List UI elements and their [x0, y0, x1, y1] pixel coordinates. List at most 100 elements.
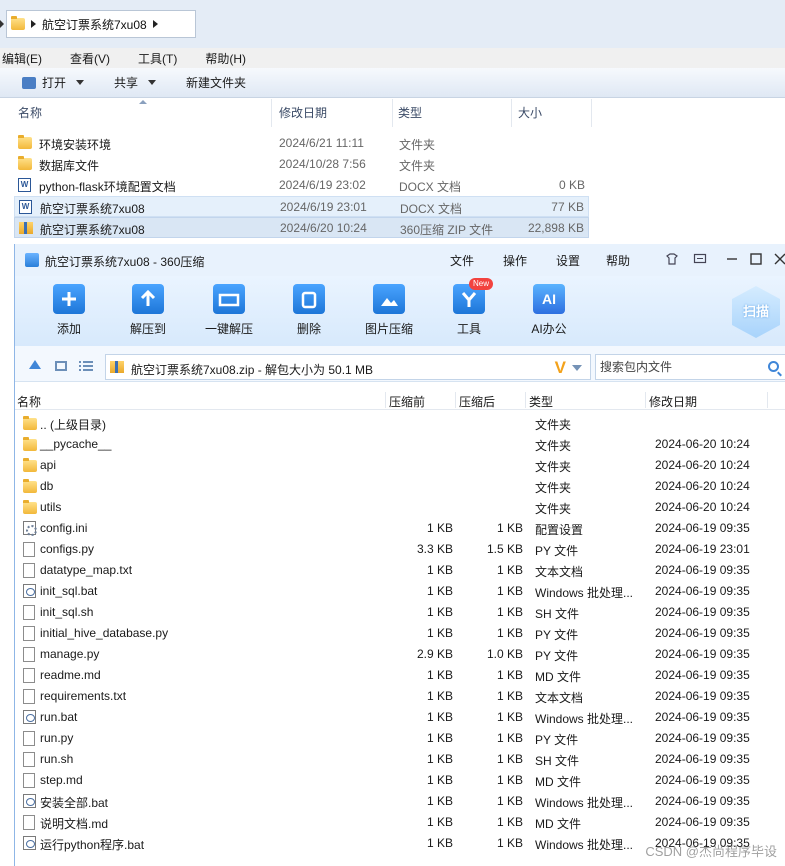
- scan-button[interactable]: 扫描: [732, 286, 780, 338]
- search-input[interactable]: [596, 355, 756, 379]
- tools-button[interactable]: New 工具: [434, 278, 504, 337]
- extract-to-button[interactable]: 解压到: [113, 284, 183, 337]
- menu-view[interactable]: 查看(V): [68, 50, 118, 67]
- vip-badge-icon[interactable]: V: [555, 358, 566, 378]
- file-row-selected[interactable]: 航空订票系统7xu08 2024/6/20 10:24 360压缩 ZIP 文件…: [14, 217, 589, 238]
- size-before: 1 KB: [426, 668, 453, 682]
- open-button[interactable]: 打开: [22, 74, 85, 91]
- file-row[interactable]: 数据库文件 2024/10/28 7:56 文件夹: [14, 154, 589, 175]
- word-doc-icon: W: [19, 200, 32, 214]
- minimize-icon[interactable]: [725, 252, 739, 266]
- breadcrumb-current[interactable]: 航空订票系统7xu08: [42, 16, 147, 33]
- file-row[interactable]: configs.py 3.3 KB 1.5 KB PY 文件 2024-06-19 23…: [15, 539, 785, 560]
- file-row[interactable]: run.py 1 KB 1 KB PY 文件 2024-06-19 09:35: [15, 728, 785, 749]
- column-before[interactable]: 压缩前: [389, 393, 425, 410]
- view-thumbnail-icon[interactable]: [55, 361, 67, 371]
- file-row[interactable]: 环境安装环境 2024/6/21 11:11 文件夹: [14, 133, 589, 154]
- file-row[interactable]: initial_hive_database.py 1 KB 1 KB PY 文件 202…: [15, 623, 785, 644]
- file-type: Windows 批处理...: [535, 586, 634, 600]
- search-field[interactable]: [595, 354, 785, 380]
- column-separator: [767, 392, 768, 408]
- chevron-down-icon: [76, 80, 85, 85]
- size-after: 1 KB: [496, 521, 523, 535]
- file-row[interactable]: .. (上级目录) 文件夹: [15, 413, 785, 434]
- file-modified: 2024/10/28 7:56: [279, 157, 366, 171]
- file-icon: [23, 605, 35, 620]
- view-list-icon[interactable]: [79, 360, 93, 372]
- file-row[interactable]: W python-flask环境配置文档 2024/6/19 23:02 DOC…: [14, 175, 589, 196]
- file-name: configs.py: [40, 542, 95, 556]
- menu-settings[interactable]: 设置: [556, 252, 580, 269]
- file-row[interactable]: run.bat 1 KB 1 KB Windows 批处理... 2024-06-19 …: [15, 707, 785, 728]
- menu-help[interactable]: 帮助: [606, 252, 630, 269]
- column-after[interactable]: 压缩后: [459, 393, 495, 410]
- column-name[interactable]: 名称: [14, 99, 272, 127]
- column-type[interactable]: 类型: [529, 393, 553, 410]
- maximize-icon[interactable]: [749, 252, 763, 266]
- size-after: 1 KB: [496, 752, 523, 766]
- file-row[interactable]: step.md 1 KB 1 KB MD 文件 2024-06-19 09:35: [15, 770, 785, 791]
- chevron-down-icon: [148, 80, 157, 85]
- ai-office-label: AI办公: [531, 322, 567, 336]
- file-row[interactable]: config.ini 1 KB 1 KB 配置设置 2024-06-19 09:35: [15, 518, 785, 539]
- file-row[interactable]: init_sql.bat 1 KB 1 KB Windows 批处理... 2024-0…: [15, 581, 785, 602]
- file-row[interactable]: requirements.txt 1 KB 1 KB 文本文档 2024-06-19 0…: [15, 686, 785, 707]
- address-bar[interactable]: 航空订票系统7xu08: [6, 10, 196, 38]
- folder-icon: [23, 458, 37, 472]
- search-icon[interactable]: [768, 361, 779, 372]
- column-modified[interactable]: 修改日期: [649, 393, 697, 410]
- file-row[interactable]: api 文件夹 2024-06-20 10:24: [15, 455, 785, 476]
- archive-path-text: 航空订票系统7xu08.zip - 解包大小为 50.1 MB: [131, 363, 374, 377]
- new-folder-button[interactable]: 新建文件夹: [186, 74, 246, 91]
- column-modified[interactable]: 修改日期: [275, 99, 393, 127]
- zip-title-bar: 航空订票系统7xu08 - 360压缩 文件 操作 设置 帮助: [15, 244, 785, 276]
- file-row-selected[interactable]: W 航空订票系统7xu08 2024/6/19 23:01 DOCX 文档 77…: [14, 196, 589, 217]
- breadcrumb-arrow-icon[interactable]: [152, 20, 158, 28]
- menu-help[interactable]: 帮助(H): [203, 50, 254, 67]
- size-before: 1 KB: [426, 815, 453, 829]
- file-row[interactable]: __pycache__ 文件夹 2024-06-20 10:24: [15, 434, 785, 455]
- ai-office-button[interactable]: AI AI办公: [514, 284, 584, 337]
- file-row[interactable]: utils 文件夹 2024-06-20 10:24: [15, 497, 785, 518]
- skin-icon[interactable]: [665, 252, 679, 266]
- close-icon[interactable]: [773, 252, 785, 266]
- delete-button[interactable]: 删除: [274, 284, 344, 337]
- menu-edit[interactable]: 编辑(E): [0, 50, 50, 67]
- file-row[interactable]: 安装全部.bat 1 KB 1 KB Windows 批处理... 2024-06-19…: [15, 791, 785, 812]
- file-row[interactable]: datatype_map.txt 1 KB 1 KB 文本文档 2024-06-19 0…: [15, 560, 785, 581]
- up-level-icon[interactable]: [29, 360, 41, 369]
- nav-back-icon[interactable]: [0, 20, 4, 28]
- menu-operate[interactable]: 操作: [503, 252, 527, 269]
- add-button[interactable]: 添加: [34, 284, 104, 337]
- file-row[interactable]: manage.py 2.9 KB 1.0 KB PY 文件 2024-06-19 09:…: [15, 644, 785, 665]
- file-modified: 2024-06-19 09:35: [655, 668, 750, 682]
- column-separator: [455, 392, 456, 408]
- file-row[interactable]: 说明文档.md 1 KB 1 KB MD 文件 2024-06-19 09:35: [15, 812, 785, 833]
- file-row[interactable]: init_sql.sh 1 KB 1 KB SH 文件 2024-06-19 09:35: [15, 602, 785, 623]
- menu-file[interactable]: 文件: [450, 252, 474, 269]
- file-icon: [23, 773, 35, 788]
- column-type[interactable]: 类型: [394, 99, 512, 127]
- size-before: 1 KB: [426, 794, 453, 808]
- file-type: 文件夹: [399, 138, 436, 152]
- zip-column-header: 名称 压缩前 压缩后 类型 修改日期: [15, 390, 785, 410]
- file-row[interactable]: run.sh 1 KB 1 KB SH 文件 2024-06-19 09:35: [15, 749, 785, 770]
- file-row[interactable]: readme.md 1 KB 1 KB MD 文件 2024-06-19 09:35: [15, 665, 785, 686]
- image-compress-button[interactable]: 图片压缩: [354, 284, 424, 337]
- column-name[interactable]: 名称: [17, 393, 41, 410]
- feedback-icon[interactable]: [693, 252, 707, 266]
- column-size[interactable]: 大小: [514, 99, 592, 127]
- archive-path-field[interactable]: 航空订票系统7xu08.zip - 解包大小为 50.1 MB V: [105, 354, 591, 380]
- menu-tools[interactable]: 工具(T): [136, 50, 185, 67]
- breadcrumb-arrow-icon[interactable]: [31, 20, 36, 28]
- watermark: CSDN @杰尚程序毕设: [645, 844, 777, 859]
- file-icon: [23, 668, 35, 683]
- chevron-down-icon[interactable]: [572, 365, 582, 371]
- size-before: 1 KB: [426, 563, 453, 577]
- share-button[interactable]: 共享: [114, 74, 157, 91]
- one-click-extract-button[interactable]: 一键解压: [194, 284, 264, 337]
- tools-label: 工具: [456, 322, 481, 336]
- size-after: 1 KB: [496, 563, 523, 577]
- file-row[interactable]: db 文件夹 2024-06-20 10:24: [15, 476, 785, 497]
- file-name: requirements.txt: [40, 689, 127, 703]
